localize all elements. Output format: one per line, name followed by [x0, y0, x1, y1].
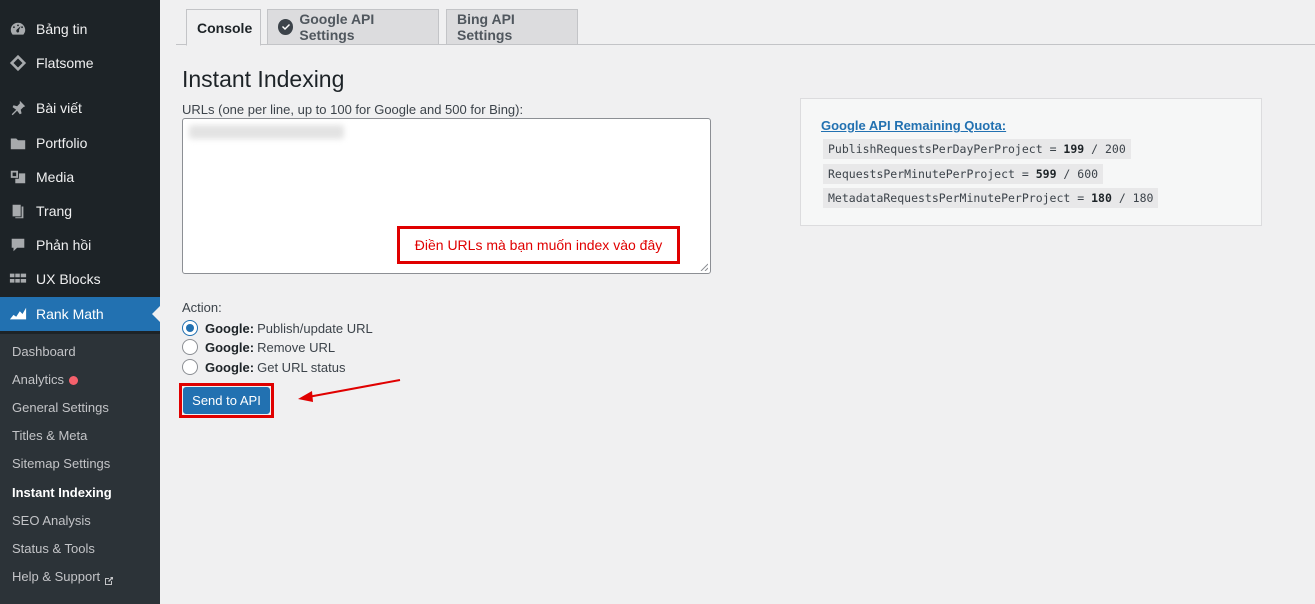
quota-limit: 200	[1104, 142, 1126, 156]
admin-sidebar: Bảng tin Flatsome Bài viết Portfolio Med…	[0, 0, 160, 604]
radio-google-publish-update[interactable]: Google: Publish/update URL	[182, 319, 373, 337]
media-icon	[8, 167, 28, 187]
sidebar-item-phan-hoi[interactable]: Phản hồi	[0, 228, 160, 262]
annotation-arrow-icon	[298, 379, 401, 402]
tab-label: Bing API Settings	[457, 11, 515, 43]
sidebar-item-trang[interactable]: Trang	[0, 194, 160, 228]
submenu-item-help-support[interactable]: Help & Support	[12, 567, 114, 587]
tab-label: Google API Settings	[299, 11, 375, 43]
external-link-icon	[104, 572, 114, 585]
radio-button[interactable]	[182, 359, 198, 375]
quota-name: MetadataRequestsPerMinutePerProject	[828, 191, 1071, 205]
sidebar-item-label: Media	[36, 169, 75, 185]
sidebar-item-ux-blocks[interactable]: UX Blocks	[0, 262, 160, 296]
portfolio-icon	[8, 133, 28, 153]
sidebar-item-rank-math[interactable]: Rank Math	[0, 297, 160, 331]
submenu-item-titles-meta[interactable]: Titles & Meta	[12, 426, 87, 446]
submenu-item-seo-analysis[interactable]: SEO Analysis	[12, 511, 91, 531]
resize-grip-icon[interactable]	[700, 263, 708, 271]
quota-remaining: 180	[1091, 191, 1112, 205]
sidebar-item-flatsome[interactable]: Flatsome	[0, 46, 160, 80]
quota-remaining: 599	[1035, 167, 1057, 181]
sidebar-item-label: Bài viết	[36, 100, 82, 116]
quota-row: RequestsPerMinutePerProject = 599 / 600	[823, 164, 1104, 184]
blocks-icon	[8, 269, 28, 289]
quota-title-link[interactable]: Google API Remaining Quota:	[821, 118, 1006, 133]
quota-name: RequestsPerMinutePerProject	[828, 167, 1015, 181]
annotation-callout: Điền URLs mà bạn muốn index vào đây	[397, 226, 680, 264]
quota-limit: 180	[1132, 191, 1154, 205]
submenu-label: Sitemap Settings	[12, 456, 111, 471]
tab-google-api-settings[interactable]: Google API Settings	[267, 9, 439, 45]
radio-engine-label: Google:	[205, 359, 255, 375]
dashboard-icon	[8, 19, 28, 39]
submenu-item-status-tools[interactable]: Status & Tools	[12, 539, 95, 559]
radio-button[interactable]	[182, 339, 198, 355]
sidebar-item-label: Phản hồi	[36, 237, 92, 253]
rank-math-submenu: Dashboard Analytics General Settings Tit…	[0, 334, 160, 604]
page-icon	[8, 201, 28, 221]
quota-row: MetadataRequestsPerMinutePerProject = 18…	[823, 188, 1159, 208]
submenu-item-sitemap-settings[interactable]: Sitemap Settings	[12, 454, 110, 474]
sidebar-item-label: Trang	[36, 203, 73, 219]
sidebar-item-media[interactable]: Media	[0, 160, 160, 194]
radio-option-label: Get URL status	[257, 359, 346, 375]
rank-math-icon	[8, 304, 28, 324]
radio-engine-label: Google:	[205, 339, 255, 355]
tab-console[interactable]: Console	[186, 9, 261, 46]
submenu-label: Analytics	[12, 372, 65, 387]
tab-bing-api-settings[interactable]: Bing API Settings	[446, 9, 578, 45]
sidebar-item-portfolio[interactable]: Portfolio	[0, 126, 160, 160]
action-label: Action:	[182, 300, 222, 315]
radio-button[interactable]	[182, 320, 198, 336]
quota-remaining: 199	[1063, 142, 1085, 156]
urls-label: URLs (one per line, up to 100 for Google…	[182, 102, 524, 117]
submenu-label: Status & Tools	[12, 541, 95, 556]
annotation-text: Điền URLs mà bạn muốn index vào đây	[414, 237, 663, 253]
sidebar-item-label: Flatsome	[36, 55, 94, 71]
submenu-label: General Settings	[12, 400, 109, 415]
tab-label: Console	[197, 19, 253, 36]
pin-icon	[8, 98, 28, 118]
quota-name: PublishRequestsPerDayPerProject	[828, 142, 1043, 156]
radio-engine-label: Google:	[205, 320, 255, 336]
check-circle-icon	[278, 19, 294, 35]
sidebar-item-label: Bảng tin	[36, 21, 88, 37]
radio-option-label: Publish/update URL	[257, 320, 373, 336]
submenu-item-analytics[interactable]: Analytics	[12, 370, 79, 390]
sidebar-item-bai-viet[interactable]: Bài viết	[0, 91, 160, 125]
radio-google-get-url-status[interactable]: Google: Get URL status	[182, 358, 346, 376]
sidebar-item-label: UX Blocks	[36, 271, 101, 287]
comments-icon	[8, 235, 28, 255]
send-to-api-button[interactable]: Send to API	[183, 387, 270, 414]
settings-tabs: Console Google API Settings Bing API Set…	[176, 0, 1315, 46]
submenu-label: Dashboard	[12, 344, 76, 359]
submenu-label: Instant Indexing	[12, 485, 112, 500]
active-menu-arrow	[152, 306, 160, 322]
submenu-label: SEO Analysis	[12, 513, 91, 528]
sidebar-item-bang-tin[interactable]: Bảng tin	[0, 12, 160, 46]
quota-row: PublishRequestsPerDayPerProject = 199 / …	[823, 139, 1131, 159]
blurred-url-text	[189, 125, 344, 139]
submenu-item-dashboard[interactable]: Dashboard	[12, 342, 76, 362]
quota-limit: 600	[1077, 167, 1099, 181]
quota-panel: Google API Remaining Quota: PublishReque…	[800, 98, 1262, 226]
submenu-item-general-settings[interactable]: General Settings	[12, 398, 109, 418]
page-title: Instant Indexing	[182, 66, 345, 92]
flatsome-icon	[8, 53, 28, 73]
submenu-label: Titles & Meta	[12, 428, 88, 443]
sidebar-item-label: Portfolio	[36, 135, 88, 151]
submenu-item-instant-indexing[interactable]: Instant Indexing	[12, 483, 112, 503]
notification-dot	[69, 375, 79, 385]
radio-google-remove-url[interactable]: Google: Remove URL	[182, 338, 335, 356]
radio-option-label: Remove URL	[257, 339, 336, 355]
sidebar-item-label: Rank Math	[36, 306, 104, 322]
submenu-label: Help & Support	[12, 569, 101, 584]
